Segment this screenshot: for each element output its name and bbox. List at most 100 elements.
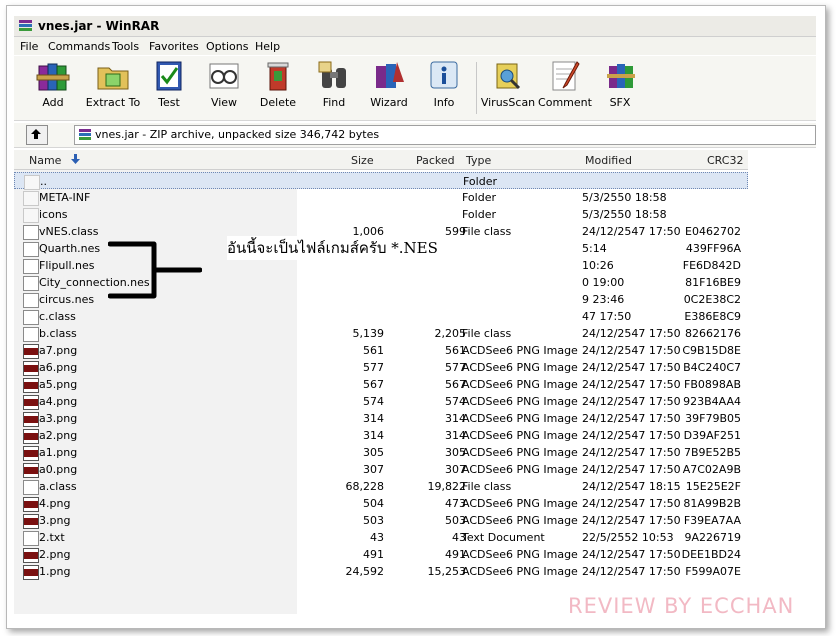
file-row[interactable]: a.class 68,228 19,822 File class 24/12/2547 … (14, 478, 748, 495)
menu-help[interactable]: Help (255, 40, 280, 53)
menu-options[interactable]: Options (206, 40, 248, 53)
column-name[interactable]: Name (29, 154, 61, 167)
file-type: ACDSee6 PNG Image (462, 429, 578, 442)
file-row[interactable]: 2.txt 43 43 Text Document 22/5/2552 10:53 9A2… (14, 529, 748, 546)
menu-commands[interactable]: Commands (48, 40, 110, 53)
menu-tools[interactable]: Tools (112, 40, 139, 53)
file-row[interactable]: a7.png 561 561 ACDSee6 PNG Image 24/12/2547 … (14, 342, 748, 359)
file-icon (23, 276, 39, 291)
file-modified: 10:26 (582, 259, 614, 272)
file-size: 561 (363, 344, 384, 357)
file-row[interactable]: a2.png 314 314 ACDSee6 PNG Image 24/12/2547 … (14, 427, 748, 444)
file-type: ACDSee6 PNG Image (462, 378, 578, 391)
file-size: 68,228 (345, 480, 385, 493)
file-row[interactable]: 3.png 503 503 ACDSee6 PNG Image 24/12/2547 1… (14, 512, 748, 529)
sfx-label: SFX (609, 96, 631, 109)
file-size: 305 (363, 446, 384, 459)
file-icon (23, 259, 39, 274)
file-size: 24,592 (345, 565, 385, 578)
file-crc32: C9B15D8E (682, 344, 741, 357)
info-button[interactable]: Info (415, 58, 473, 109)
file-modified: 9 23:46 (582, 293, 625, 306)
png-icon (23, 446, 39, 461)
wizard-label: Wizard (370, 96, 408, 109)
address-field[interactable]: vnes.jar - ZIP archive, unpacked size 34… (74, 125, 816, 145)
file-row[interactable]: a3.png 314 314 ACDSee6 PNG Image 24/12/2547 … (14, 410, 748, 427)
file-row[interactable]: 2.png 491 491 ACDSee6 PNG Image 24/12/2547 1… (14, 546, 748, 563)
file-row[interactable]: a6.png 577 577 ACDSee6 PNG Image 24/12/2547 … (14, 359, 748, 376)
file-type: ACDSee6 PNG Image (462, 565, 578, 578)
add-button[interactable]: Add (24, 58, 82, 109)
up-arrow-icon (31, 129, 41, 139)
file-size: 5,139 (352, 327, 385, 340)
file-name: 1.png (39, 565, 71, 578)
extract-to-button[interactable]: Extract To (84, 58, 142, 109)
file-row[interactable]: META-INF Folder 5/3/2550 18:58 (14, 189, 748, 206)
file-row[interactable]: a4.png 574 574 ACDSee6 PNG Image 24/12/2547 … (14, 393, 748, 410)
file-row[interactable]: a5.png 567 567 ACDSee6 PNG Image 24/12/2547 … (14, 376, 748, 393)
file-row[interactable]: .. Folder (14, 172, 748, 190)
file-row[interactable]: a1.png 305 305 ACDSee6 PNG Image 24/12/2547 … (14, 444, 748, 461)
menu-favorites[interactable]: Favorites (149, 40, 199, 53)
file-packed: 15,253 (427, 565, 467, 578)
file-modified: 24/12/2547 17:50 (582, 361, 681, 374)
file-crc32: 923B4AA4 (683, 395, 741, 408)
delete-button[interactable]: Delete (249, 58, 307, 109)
file-row[interactable]: a0.png 307 307 ACDSee6 PNG Image 24/12/2547 … (14, 461, 748, 478)
file-crc32: D39AF251 (683, 429, 741, 442)
file-size: 307 (363, 463, 384, 476)
column-size[interactable]: Size (351, 154, 374, 167)
virusscan-button[interactable]: VirusScan (479, 58, 537, 109)
sfx-icon (607, 64, 635, 88)
file-row[interactable]: c.class 47 17:50 E386E8C9 (14, 308, 748, 325)
test-check-icon (156, 61, 182, 91)
file-row[interactable]: 4.png 504 473 ACDSee6 PNG Image 24/12/2547 1… (14, 495, 748, 512)
file-type: ACDSee6 PNG Image (462, 361, 578, 374)
file-name: b.class (39, 327, 77, 340)
file-size: 491 (363, 548, 384, 561)
file-name: c.class (39, 310, 76, 323)
column-type[interactable]: Type (466, 154, 491, 167)
file-crc32: 439FF96A (685, 242, 741, 255)
file-row[interactable]: icons Folder 5/3/2550 18:58 (14, 206, 748, 223)
wizard-button[interactable]: Wizard (360, 58, 418, 109)
file-modified: 5/3/2550 18:58 (582, 191, 667, 204)
column-modified[interactable]: Modified (585, 154, 632, 167)
test-button[interactable]: Test (140, 58, 198, 109)
menu-file[interactable]: File (20, 40, 38, 53)
file-crc32: 81A99B2B (683, 497, 741, 510)
file-modified: 22/5/2552 10:53 (582, 531, 674, 544)
column-packed[interactable]: Packed (416, 154, 455, 167)
file-crc32: 0C2E38C2 (683, 293, 741, 306)
file-modified: 24/12/2547 17:50 (582, 565, 681, 578)
png-icon (23, 497, 39, 512)
png-badge (24, 569, 38, 576)
png-badge (24, 399, 38, 406)
column-crc32[interactable]: CRC32 (707, 154, 743, 167)
find-label: Find (322, 96, 346, 109)
comment-button[interactable]: Comment (536, 58, 594, 109)
file-type: Text Document (462, 531, 545, 544)
info-label: Info (433, 96, 455, 109)
file-row[interactable]: 1.png 24,592 15,253 ACDSee6 PNG Image 24/12/… (14, 563, 748, 580)
file-row[interactable]: b.class 5,139 2,205 File class 24/12/2547 17… (14, 325, 748, 342)
file-type: ACDSee6 PNG Image (462, 395, 578, 408)
sfx-button[interactable]: SFX (591, 58, 649, 109)
up-folder-button[interactable] (26, 125, 48, 145)
png-badge (24, 518, 38, 525)
png-icon (23, 412, 39, 427)
extract-to-label: Extract To (85, 96, 141, 109)
view-button[interactable]: View (195, 58, 253, 109)
find-button[interactable]: Find (305, 58, 363, 109)
file-name: circus.nes (39, 293, 95, 306)
file-name: a0.png (39, 463, 78, 476)
extract-folder-icon (97, 67, 129, 90)
file-name: a1.png (39, 446, 78, 459)
png-icon (23, 565, 39, 580)
file-type: ACDSee6 PNG Image (462, 412, 578, 425)
file-crc32: DEE1BD24 (681, 548, 741, 561)
file-modified: 24/12/2547 17:50 (582, 514, 681, 527)
png-badge (24, 552, 38, 559)
file-type: ACDSee6 PNG Image (462, 514, 578, 527)
file-type: Folder (463, 175, 497, 188)
